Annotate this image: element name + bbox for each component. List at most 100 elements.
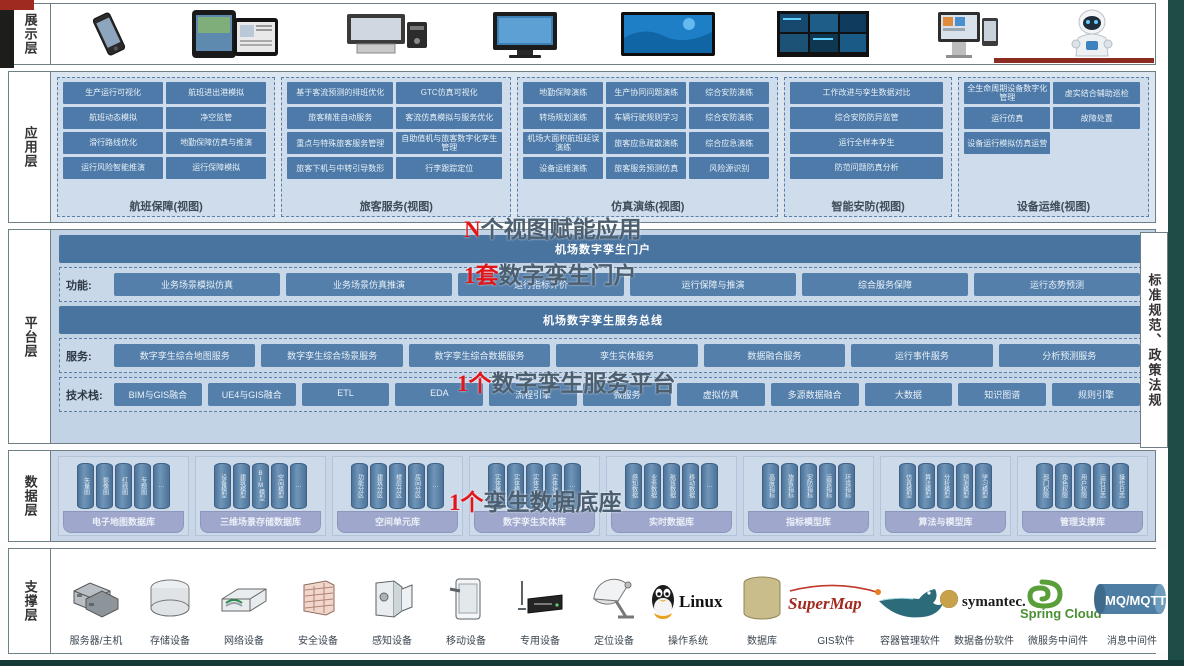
support-item: 服务器/主机 (59, 569, 133, 647)
application-tile[interactable]: 综合安防防异监管 (790, 107, 943, 129)
application-tile[interactable]: 航班动态模拟 (63, 107, 164, 129)
tech-chip[interactable]: 知识图谱 (958, 383, 1047, 406)
support-item-label: 服务器/主机 (69, 636, 123, 647)
spring-cloud-icon: Spring Cloud (1012, 569, 1104, 629)
application-tile[interactable]: 滑行路线优化 (63, 132, 164, 154)
support-item-label: 感知设备 (372, 636, 412, 647)
application-tile[interactable]: 运行保障模拟 (166, 157, 267, 179)
database-cylinder-icon: 分析模型 (937, 463, 954, 509)
service-chip[interactable]: 分析预测服务 (998, 344, 1140, 367)
application-tile[interactable]: 地勤保障演练 (523, 82, 604, 104)
application-tile[interactable]: 风险源识别 (689, 157, 770, 180)
application-tile[interactable]: 地勤保障仿真与推演 (166, 132, 267, 154)
data-layer: 数据层 矢量图 影像图 红线图 专题图… 电子地图数据库 设备模型 建筑模型 BIM模型 空间模… (8, 450, 1156, 542)
function-chip[interactable]: 运行态势预测 (974, 273, 1140, 296)
application-tile[interactable]: 生产运行可视化 (63, 82, 164, 104)
application-tile[interactable]: 虚实结合辅助巡检 (1053, 82, 1140, 105)
application-tile[interactable]: 生产协同问题演练 (606, 82, 687, 104)
application-tile[interactable]: GTC仿真可视化 (396, 82, 503, 104)
application-tile[interactable]: 车辆行驶规则学习 (606, 107, 687, 129)
support-item: 安全设备 (281, 569, 355, 647)
application-view-group: 基于客流预测的排班优化 GTC仿真可视化 旅客精准自动服务 客流仿真模拟与服务优化 重点… (281, 77, 512, 217)
database-group: 高度指标 旅客指标 安防指标 运营指标 环境指标 指标模型库 (743, 456, 874, 536)
support-item: SuperMap GIS软件 (788, 569, 881, 647)
support-item-label: 消息中间件 (1107, 636, 1157, 647)
function-chip[interactable]: 业务场景仿真推演 (286, 273, 452, 296)
platform-layer: 平台层 机场数字孪生门户 功能: 业务场景模拟仿真 业务场景仿真推演 运行指标评价运… (8, 229, 1156, 444)
security-device-icon (296, 569, 340, 629)
database-cylinder-icon: 角色权限 (1055, 463, 1072, 509)
database-cylinder-icon: BIM模型 (252, 463, 269, 509)
application-tile[interactable]: 综合安防演练 (689, 107, 770, 129)
tech-chip[interactable]: 多源数据融合 (770, 383, 859, 406)
application-tile[interactable]: 旅客应急疏散演练 (606, 132, 687, 155)
support-item-label: 微服务中间件 (1028, 636, 1088, 647)
service-chip[interactable]: 运行事件服务 (851, 344, 993, 367)
support-item-label: 数据备份软件 (954, 636, 1014, 647)
linux-os-icon: Linux (646, 569, 730, 629)
database-group: 设备模型 建筑模型 BIM模型 空间模型… 三维场景存储数据库 (195, 456, 326, 536)
application-tile[interactable]: 设备运行模拟仿真运营 (963, 132, 1051, 155)
service-chip[interactable]: 数字孪生综合地图服务 (114, 344, 256, 367)
application-tile[interactable]: 运行全样本孪生 (790, 132, 943, 154)
application-tile[interactable]: 工作改进与孪生数据对比 (790, 82, 943, 104)
application-tile[interactable]: 旅客精准自动服务 (287, 107, 394, 129)
application-view-group: 全生命周期设备数字化管理 虚实结合辅助巡检 运行仿真 故障处置 设备运行模拟仿真运营 设备… (957, 77, 1149, 217)
mobile-device-icon (448, 569, 484, 629)
support-item-label: 网络设备 (224, 636, 264, 647)
application-tile[interactable]: 旅客服务预测仿真 (606, 157, 687, 180)
positioning-device-icon (588, 569, 640, 629)
presentation-devices (51, 4, 1155, 64)
database-group: 矢量图 影像图 红线图 专题图… 电子地图数据库 (58, 456, 189, 536)
tech-chip[interactable]: BIM与GIS融合 (114, 383, 202, 406)
support-item-label: 移动设备 (446, 636, 486, 647)
annotation-app-num: N (464, 217, 481, 242)
support-item: Linux 操作系统 (651, 569, 725, 647)
application-tile[interactable]: 旅客下机与中转引导数形 (287, 157, 394, 180)
application-tile[interactable]: 航班进出港模拟 (166, 82, 267, 104)
function-chip[interactable]: 运行保障与推演 (630, 273, 796, 296)
support-item-label: GIS软件 (817, 636, 855, 647)
service-chip[interactable]: 数据融合服务 (703, 344, 846, 367)
application-tile[interactable]: 净空监管 (166, 107, 267, 129)
support-layer: 支撑层 服务器/主机 存储设备 网络设备 安全设备 感知设备 移动设备 专用设备 定位设备 Li… (8, 548, 1177, 654)
tech-chip[interactable]: 大数据 (864, 383, 953, 406)
database-cylinder-icon: 影像图 (96, 463, 113, 509)
service-chip[interactable]: 数字孪生综合场景服务 (261, 344, 403, 367)
application-view-group: 工作改进与孪生数据对比 综合安防防异监管 运行全样本孪生 防范问题防真分析 智能安防(视… (784, 77, 952, 217)
application-tile[interactable]: 基于客流预测的排班优化 (287, 82, 394, 104)
application-tile[interactable]: 行李跟踪定位 (396, 157, 503, 180)
tech-chip[interactable]: UE4与GIS融合 (207, 383, 296, 406)
application-tile[interactable]: 自助值机与旅客数字化孪生管理 (396, 132, 503, 155)
database-icon (736, 569, 788, 629)
application-tile[interactable]: 重点与特殊旅客服务管理 (287, 132, 394, 155)
cylinder-stack: 功能分区 建筑分区 楼层分区 房间分区… (337, 460, 458, 509)
database-cylinder-icon: 航班数据 (663, 463, 680, 509)
application-tile[interactable]: 运行风险智能推演 (63, 157, 164, 179)
monitor-icon (489, 7, 561, 61)
accent-red-bar (0, 0, 34, 10)
function-chip[interactable]: 业务场景模拟仿真 (114, 273, 280, 296)
application-tile[interactable]: 全生命周期设备数字化管理 (963, 82, 1051, 105)
application-tile[interactable]: 运行仿真 (963, 107, 1051, 130)
database-cylinder-icon: 房间分区 (408, 463, 425, 509)
function-chip[interactable]: 综合服务保障 (802, 273, 968, 296)
application-tile[interactable]: 故障处置 (1053, 107, 1140, 130)
application-tile[interactable]: 机场大面积航班延误演练 (523, 132, 604, 155)
application-tile[interactable]: 综合应急演练 (689, 132, 770, 155)
network-device-icon (218, 569, 270, 629)
application-tile[interactable]: 设备运维演练 (523, 157, 604, 180)
tech-chip[interactable]: ETL (301, 383, 390, 406)
database-cylinder-icon: 建筑分区 (370, 463, 387, 509)
application-tile[interactable]: 转场规划演练 (523, 107, 604, 129)
database-group: 感知数据 业务数据 航班数据 移动数据… 实时数据库 (606, 456, 737, 536)
application-tile[interactable]: 客流仿真模拟与服务优化 (396, 107, 503, 129)
application-tile[interactable]: 防范问题防真分析 (790, 157, 943, 179)
tech-chip[interactable]: 规则引擎 (1052, 383, 1140, 406)
cylinder-stack: 部门权限 角色权限 用户权限 运行日志 操作日志 (1022, 460, 1143, 509)
database-cylinder-icon: 学习模型 (975, 463, 992, 509)
support-item: 感知设备 (355, 569, 429, 647)
database-cylinder-icon: 红线图 (115, 463, 132, 509)
application-tile[interactable]: 综合安防演练 (689, 82, 770, 104)
tech-chip[interactable]: 虚拟仿真 (676, 383, 765, 406)
